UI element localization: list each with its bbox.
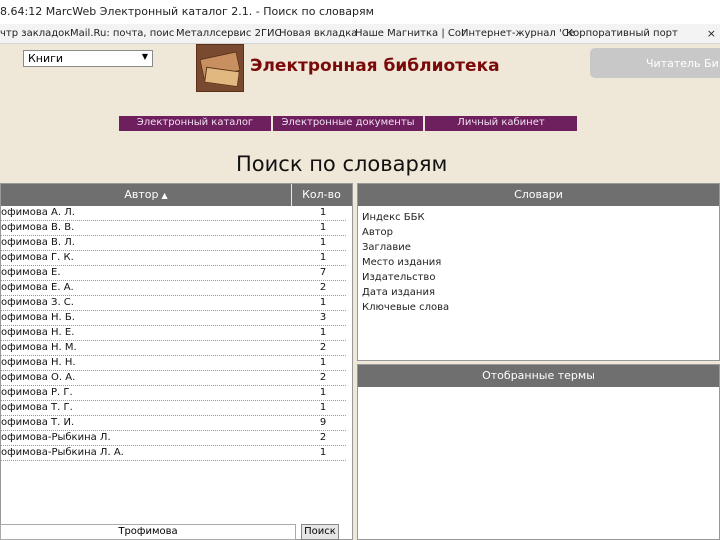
- main-nav: Электронный каталог Электронные документ…: [119, 116, 579, 131]
- count-cell: 2: [319, 432, 327, 443]
- dictionary-item[interactable]: Издательство: [362, 270, 449, 285]
- author-cell[interactable]: офимова Е.: [1, 267, 289, 278]
- author-cell[interactable]: офимова Г. К.: [1, 252, 289, 263]
- browser-title: 8.64:12 MarcWeb Электронный каталог 2.1.…: [0, 0, 720, 24]
- table-row[interactable]: офимова Н. Н. 1: [1, 356, 346, 371]
- dictionary-item[interactable]: Индекс ББК: [362, 210, 449, 225]
- nav-electronic-documents[interactable]: Электронные документы: [273, 116, 423, 131]
- bookmarks-bar: чтр закладок Mail.Ru: почта, поис Металл…: [0, 24, 720, 44]
- author-cell[interactable]: офимова Н. Б.: [1, 312, 289, 323]
- author-cell[interactable]: офимова Т. И.: [1, 417, 289, 428]
- count-cell: 1: [319, 297, 327, 308]
- catalog-select[interactable]: Книги ▼: [23, 50, 153, 67]
- book-icon: [204, 66, 240, 88]
- table-row[interactable]: офимова З. С. 1: [1, 296, 346, 311]
- table-row[interactable]: офимова Е. А. 2: [1, 281, 346, 296]
- bookmark-item[interactable]: Интернет-журнал 'Се: [461, 28, 575, 39]
- author-cell[interactable]: офимова А. Л.: [1, 207, 289, 218]
- column-author-label: Автор: [124, 188, 159, 201]
- count-cell: 2: [319, 342, 327, 353]
- table-row[interactable]: офимова Е. 7: [1, 266, 346, 281]
- table-row[interactable]: офимова В. Л. 1: [1, 236, 346, 251]
- count-cell: 9: [319, 417, 327, 428]
- count-cell: 7: [319, 267, 327, 278]
- column-count[interactable]: Кол-во: [291, 184, 351, 206]
- search-bar: Трофимова Поиск: [0, 524, 353, 540]
- dictionaries-header: Словари: [358, 184, 719, 206]
- table-row[interactable]: офимова О. А. 2: [1, 371, 346, 386]
- table-row[interactable]: офимова Т. Г. 1: [1, 401, 346, 416]
- table-row[interactable]: офимова-Рыбкина Л. 2: [1, 431, 346, 446]
- count-cell: 2: [319, 372, 327, 383]
- author-cell[interactable]: офимова Н. Н.: [1, 357, 289, 368]
- count-cell: 3: [319, 312, 327, 323]
- table-row[interactable]: офимова В. В. 1: [1, 221, 346, 236]
- table-row[interactable]: офимова Н. Б. 3: [1, 311, 346, 326]
- author-cell[interactable]: офимова Т. Г.: [1, 402, 289, 413]
- author-cell[interactable]: офимова В. В.: [1, 222, 289, 233]
- chevron-down-icon: ▼: [141, 52, 148, 61]
- bookmark-item[interactable]: Металлсервис 2ГИС: [176, 28, 282, 39]
- author-cell[interactable]: офимова Н. М.: [1, 342, 289, 353]
- library-logo: [196, 44, 244, 92]
- column-author[interactable]: Автор ▲: [1, 184, 291, 206]
- dictionary-item[interactable]: Ключевые слова: [362, 300, 449, 315]
- author-cell[interactable]: офимова В. Л.: [1, 237, 289, 248]
- table-row[interactable]: офимова Р. Г. 1: [1, 386, 346, 401]
- count-cell: 1: [319, 402, 327, 413]
- count-cell: 1: [319, 387, 327, 398]
- site-title: Электронная библиотека: [250, 56, 500, 76]
- table-row[interactable]: офимова А. Л. 1: [1, 206, 346, 221]
- count-cell: 1: [319, 357, 327, 368]
- dictionary-item[interactable]: Автор: [362, 225, 449, 240]
- count-cell: 2: [319, 282, 327, 293]
- dictionary-item[interactable]: Заглавие: [362, 240, 449, 255]
- dictionaries-panel: Словари Индекс ББК Автор Заглавие Место …: [357, 183, 720, 361]
- search-button[interactable]: Поиск: [301, 524, 339, 540]
- author-cell[interactable]: офимова Р. Г.: [1, 387, 289, 398]
- count-cell: 1: [319, 222, 327, 233]
- bookmark-item[interactable]: Наше Магнитка | Сог: [355, 28, 466, 39]
- count-cell: 1: [319, 252, 327, 263]
- catalog-select-value: Книги: [28, 52, 64, 65]
- count-cell: 1: [319, 327, 327, 338]
- count-cell: 1: [319, 207, 327, 218]
- table-row[interactable]: офимова Г. К. 1: [1, 251, 346, 266]
- author-cell[interactable]: офимова-Рыбкина Л. А.: [1, 447, 289, 458]
- selected-terms-header: Отобранные термы: [358, 365, 719, 387]
- bookmark-item[interactable]: Корпоративный порт: [566, 28, 678, 39]
- nav-personal-cabinet[interactable]: Личный кабинет: [425, 116, 577, 131]
- selected-terms-panel: Отобранные термы: [357, 364, 720, 540]
- close-icon[interactable]: ×: [707, 27, 716, 40]
- results-panel: Автор ▲ Кол-во офимова А. Л. 1 офимова В. …: [0, 183, 353, 540]
- count-cell: 1: [319, 237, 327, 248]
- results-list: офимова А. Л. 1 офимова В. В. 1 офимова В.…: [1, 206, 352, 461]
- results-header: Автор ▲ Кол-во: [1, 184, 352, 206]
- table-row[interactable]: офимова Н. Е. 1: [1, 326, 346, 341]
- table-row[interactable]: офимова Т. И. 9: [1, 416, 346, 431]
- dictionaries-heading: Словари: [514, 188, 563, 201]
- selected-terms-heading: Отобранные термы: [482, 369, 595, 382]
- page-title: Поиск по словарям: [236, 152, 448, 176]
- table-row[interactable]: офимова-Рыбкина Л. А. 1: [1, 446, 346, 461]
- search-input[interactable]: Трофимова: [0, 524, 296, 540]
- sort-asc-icon: ▲: [161, 191, 168, 200]
- author-cell[interactable]: офимова З. С.: [1, 297, 289, 308]
- bookmark-item[interactable]: Mail.Ru: почта, поис: [70, 28, 174, 39]
- bookmark-item[interactable]: Новая вкладка: [279, 28, 357, 39]
- author-cell[interactable]: офимова Н. Е.: [1, 327, 289, 338]
- dictionary-item[interactable]: Место издания: [362, 255, 449, 270]
- count-cell: 1: [319, 447, 327, 458]
- nav-electronic-catalog[interactable]: Электронный каталог: [119, 116, 271, 131]
- table-row[interactable]: офимова Н. М. 2: [1, 341, 346, 356]
- reader-login-button[interactable]: Читатель Би: [590, 48, 720, 78]
- dictionaries-list: Индекс ББК Автор Заглавие Место издания …: [362, 210, 449, 315]
- author-cell[interactable]: офимова-Рыбкина Л.: [1, 432, 289, 443]
- dictionary-item[interactable]: Дата издания: [362, 285, 449, 300]
- bookmark-item[interactable]: чтр закладок: [0, 28, 70, 39]
- author-cell[interactable]: офимова О. А.: [1, 372, 289, 383]
- author-cell[interactable]: офимова Е. А.: [1, 282, 289, 293]
